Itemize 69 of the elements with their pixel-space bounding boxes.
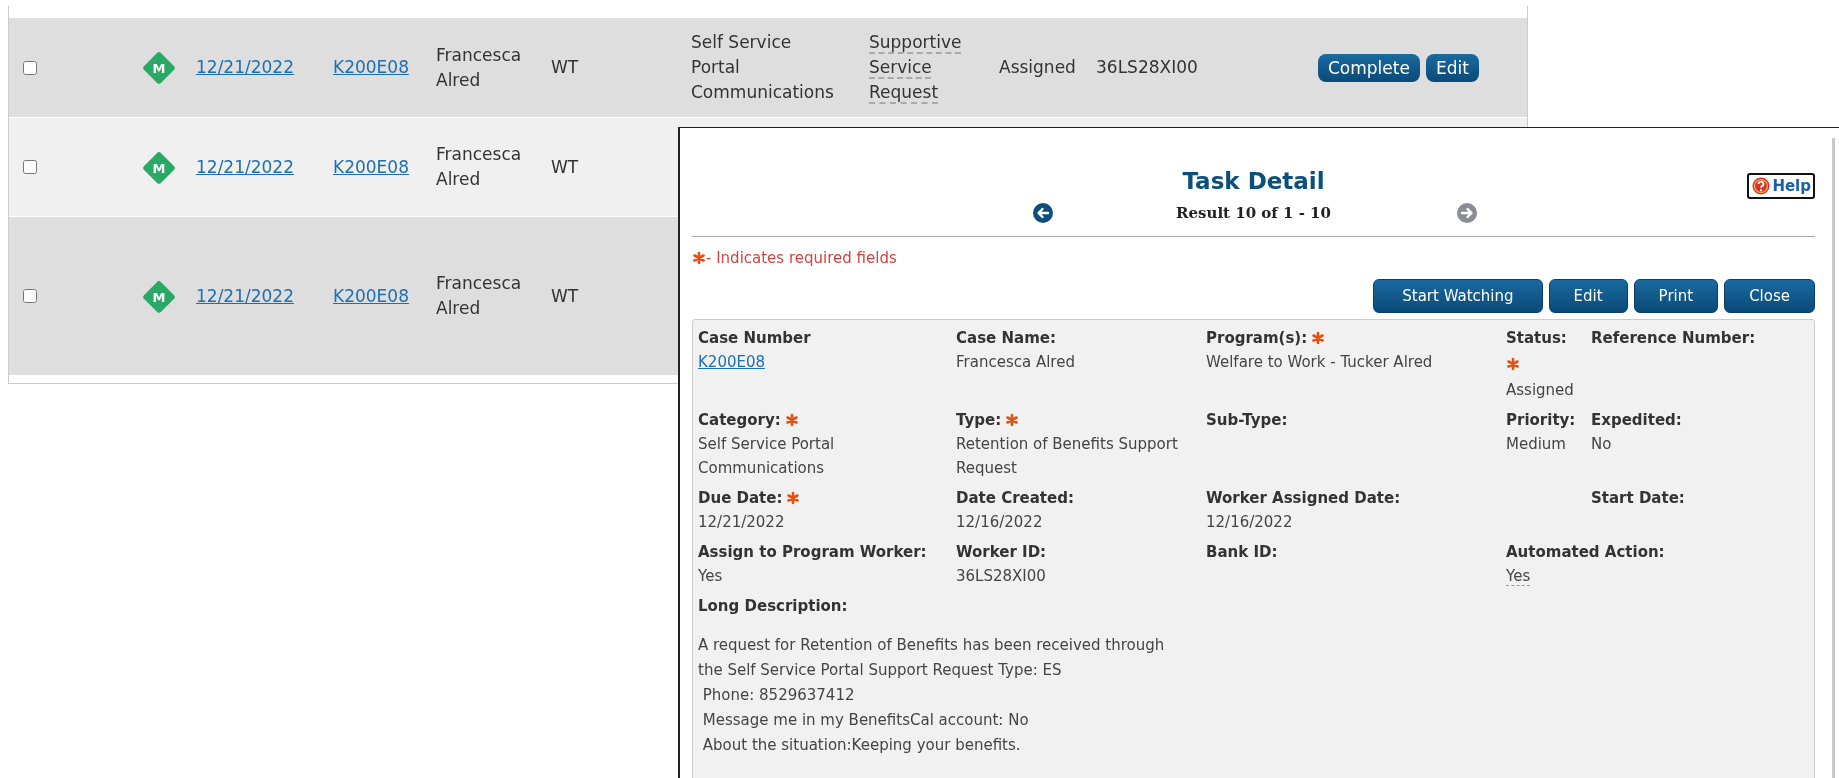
field-label: Status:: [1506, 328, 1567, 349]
field-label: Long Description:: [698, 597, 848, 615]
row-checkbox[interactable]: [23, 60, 37, 75]
field-label: Category:: [698, 410, 781, 431]
row-action-button[interactable]: Complete: [1318, 53, 1420, 82]
field-label: Worker ID:: [956, 542, 1047, 563]
field-value: 12/16/2022: [956, 512, 1044, 533]
scrollbar[interactable]: [1832, 138, 1835, 778]
field-label: Start Date:: [1591, 488, 1685, 509]
field-value: Retention of Benefits Support Request: [956, 434, 1179, 479]
result-counter: Result 10 of 1 - 10: [1175, 204, 1332, 222]
case-number-link[interactable]: K200E08: [333, 285, 409, 306]
field-value[interactable]: Yes: [1506, 567, 1531, 586]
field-label: Expedited:: [1591, 410, 1682, 431]
row-checkbox[interactable]: [23, 289, 37, 303]
help-button[interactable]: Help: [1747, 173, 1815, 199]
row-action-button[interactable]: Edit: [1425, 53, 1479, 82]
table-cell-text: Assigned: [999, 56, 1077, 79]
dialog-button[interactable]: Edit: [1548, 279, 1628, 313]
dialog-button[interactable]: Close: [1724, 279, 1815, 313]
field-label: Type:: [956, 410, 1002, 431]
field-label: Bank ID:: [1206, 542, 1278, 563]
table-cell-text: Francesca Alred: [436, 272, 523, 320]
due-date-link[interactable]: 12/21/2022: [196, 156, 294, 177]
dialog-button[interactable]: Print: [1633, 279, 1719, 313]
field-value: 36LS28XI00: [956, 566, 1047, 587]
field-label: Case Number: [698, 328, 811, 349]
table-cell-text: Self Service Portal Communications: [691, 31, 835, 104]
case-number-link[interactable]: K200E08: [333, 156, 409, 177]
field-value: Welfare to Work - Tucker Alred: [1206, 352, 1434, 373]
field-label: Case Name:: [956, 328, 1056, 349]
table-cell-text: WT: [551, 155, 580, 179]
program-badge: M: [142, 51, 176, 86]
long-description-text: A request for Retention of Benefits has been received through the Self Service Portal Support Request Type: ES Phone: 8529637412 Message me in my BenefitsCal account: No About the situation:Keeping your benefits.: [698, 635, 1166, 756]
case-number-link[interactable]: K200E08: [333, 57, 409, 77]
task-type-text[interactable]: Supportive Service Request: [869, 30, 979, 105]
table-cell-text: 36LS28XI00: [1096, 56, 1199, 79]
field-value: Francesca Alred: [956, 352, 1076, 373]
table-cell-text: Francesca Alred: [436, 43, 523, 92]
field-label: Automated Action:: [1506, 542, 1665, 563]
field-label: Sub-Type:: [1206, 410, 1288, 431]
field-label: Assign to Program Worker:: [698, 542, 927, 563]
due-date-link[interactable]: 12/21/2022: [196, 57, 294, 77]
program-badge: M: [142, 150, 176, 185]
field-value: Medium: [1506, 434, 1567, 455]
due-date-link[interactable]: 12/21/2022: [196, 285, 294, 306]
case-number-link[interactable]: K200E08: [698, 353, 766, 371]
field-value: Self Service Portal Communications: [698, 434, 836, 479]
table-cell-text: WT: [551, 284, 580, 308]
table-cell-text: WT: [551, 56, 580, 79]
row-checkbox[interactable]: [23, 160, 37, 174]
field-value: 12/16/2022: [1206, 512, 1294, 533]
field-value: Yes: [698, 566, 724, 587]
program-badge: M: [142, 279, 176, 314]
field-label: Worker Assigned Date:: [1206, 488, 1401, 509]
field-label: Program(s):: [1206, 328, 1308, 349]
dialog-button[interactable]: Start Watching: [1373, 279, 1543, 313]
table-cell-text: Francesca Alred: [436, 143, 523, 191]
field-label: Due Date:: [698, 488, 783, 509]
field-value: Assigned: [1506, 380, 1575, 401]
required-note: - Indicates required fields: [706, 249, 897, 267]
field-value: 12/21/2022: [698, 512, 786, 533]
field-value: No: [1591, 434, 1613, 455]
field-label: Date Created:: [956, 488, 1074, 509]
required-icon: [692, 251, 706, 265]
field-label: Reference Number:: [1591, 328, 1756, 349]
field-label: Priority:: [1506, 410, 1576, 431]
dialog-title: Task Detail: [1182, 168, 1325, 194]
help-icon: [1752, 177, 1771, 195]
